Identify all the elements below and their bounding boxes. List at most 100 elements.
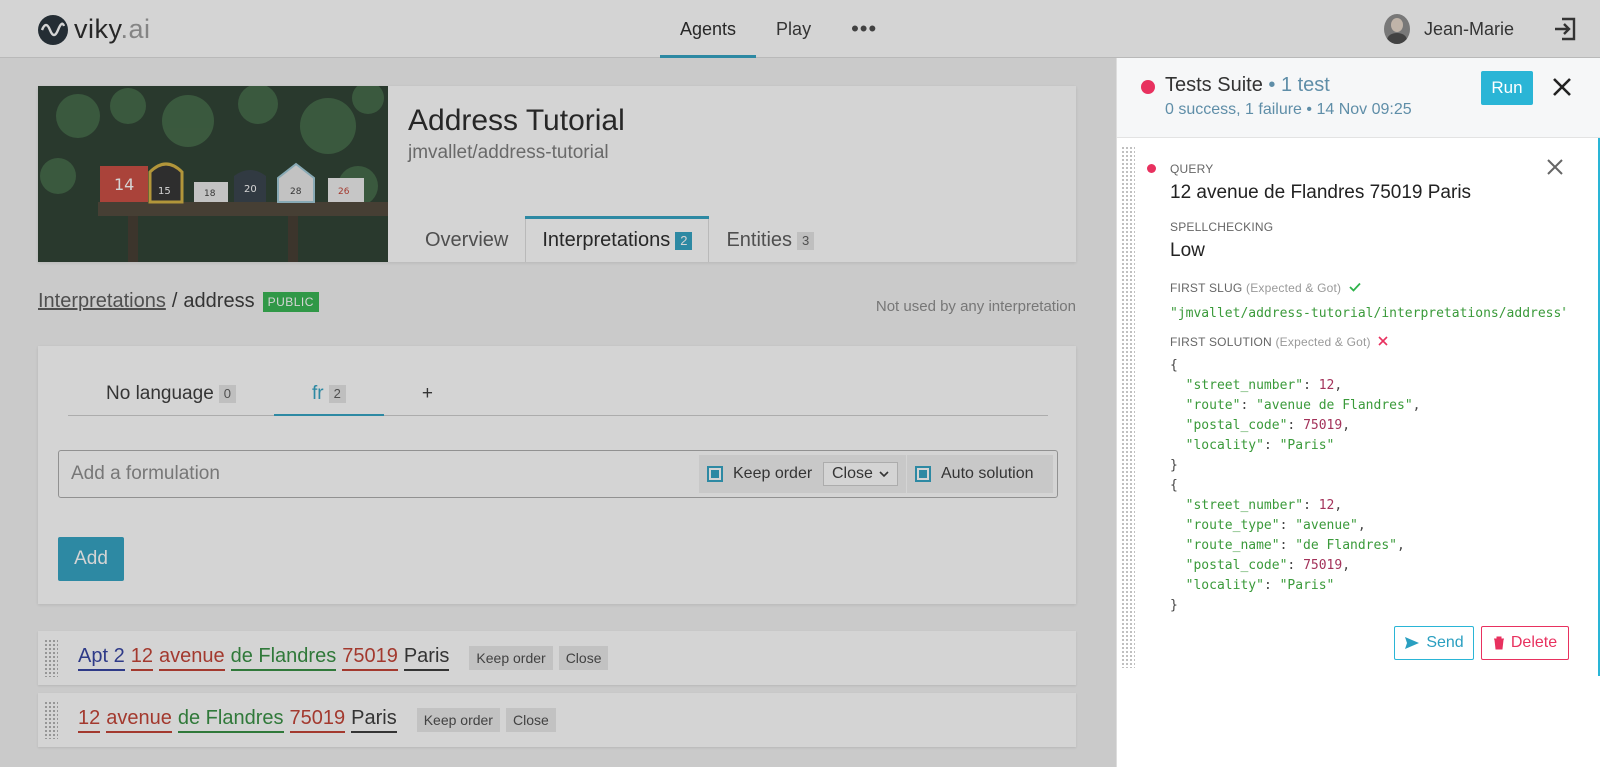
mailbox-number: 20	[244, 184, 257, 195]
json-value: 75019	[1303, 418, 1343, 433]
formulation-token[interactable]: 12	[130, 645, 153, 671]
tab-entities[interactable]: Entities 3	[709, 216, 831, 262]
viky-logo[interactable]: viky.ai	[38, 14, 151, 45]
formulation-row[interactable]: 12 avenue de Flandres 75019 Paris Keep o…	[38, 693, 1076, 747]
language-tabs: No language 0 fr 2 +	[68, 376, 1048, 416]
json-value: 12	[1318, 498, 1335, 513]
got-json-line: "route_name": "de Flandres",	[1185, 538, 1405, 553]
formulation-token[interactable]: avenue	[106, 707, 172, 733]
agent-title: Address Tutorial	[408, 104, 625, 137]
trash-icon	[1493, 636, 1504, 650]
agent-header-card: 14 15 18 20 28 26 Address Tutorial jmval…	[38, 86, 1076, 262]
lang-tab-fr[interactable]: fr 2	[274, 376, 384, 416]
formulation-token[interactable]: 12	[78, 707, 101, 733]
proximity-select[interactable]: Close	[823, 462, 898, 486]
test-card: QUERY 12 avenue de Flandres 75019 Paris …	[1117, 138, 1600, 676]
formulation-token[interactable]: 75019	[289, 707, 346, 733]
json-value: "avenue"	[1295, 518, 1358, 533]
usage-note: Not used by any interpretation	[875, 298, 1076, 315]
delete-test-button[interactable]: Delete	[1481, 626, 1569, 660]
lang-tab-no-language[interactable]: No language 0	[68, 376, 274, 415]
json-key: "route"	[1185, 398, 1241, 413]
tab-count-badge: 3	[797, 232, 815, 250]
proximity-tag: Close	[505, 708, 556, 732]
nav-play[interactable]: Play	[756, 0, 831, 58]
formulation-row[interactable]: Apt 2 12 avenue de Flandres 75019 Paris …	[38, 631, 1076, 685]
auto-solution-checkbox[interactable]	[915, 466, 931, 482]
logo-wave-icon	[38, 14, 68, 45]
tests-suite-header: Tests Suite • 1 test 0 success, 1 failur…	[1117, 58, 1600, 138]
close-panel-icon[interactable]	[1551, 76, 1573, 103]
mailbox-number: 14	[114, 175, 134, 194]
json-brace: }	[1170, 458, 1178, 473]
agent-tabs: Overview Interpretations 2 Entities 3	[408, 216, 831, 262]
run-tests-button[interactable]: Run	[1481, 71, 1533, 105]
query-value: 12 avenue de Flandres 75019 Paris	[1170, 182, 1472, 203]
json-value: "de Flandres"	[1295, 538, 1397, 553]
first-solution-label: FIRST SOLUTION (Expected & Got)	[1170, 335, 1388, 349]
lang-count-badge: 0	[218, 385, 236, 403]
tab-count-badge: 2	[675, 232, 693, 250]
spellchecking-value: Low	[1170, 240, 1205, 261]
json-value: "avenue de Flandres"	[1256, 398, 1413, 413]
tab-interpretations[interactable]: Interpretations 2	[525, 216, 710, 262]
formulation-token[interactable]: 75019	[342, 645, 398, 671]
remove-test-icon[interactable]	[1546, 158, 1564, 181]
keep-order-option[interactable]: Keep order	[699, 455, 821, 493]
json-key: "postal_code"	[1185, 558, 1288, 573]
mailbox-number: 15	[158, 186, 171, 197]
chevron-down-icon	[879, 471, 889, 478]
test-failure-dot	[1147, 164, 1156, 173]
got-json-line: "locality": "Paris"	[1185, 578, 1335, 593]
got-json-line: "postal_code": 75019,	[1185, 558, 1351, 573]
drag-handle-icon[interactable]	[1121, 146, 1135, 668]
drag-handle-icon[interactable]	[44, 701, 58, 739]
top-navbar: viky.ai Agents Play ••• Jean-Marie	[0, 0, 1600, 58]
nav-agents[interactable]: Agents	[660, 0, 757, 58]
keep-order-tag: Keep order	[469, 646, 553, 670]
tests-suite-summary: 0 success, 1 failure • 14 Nov 09:25	[1165, 101, 1412, 118]
add-formulation-button[interactable]: Add	[58, 537, 124, 581]
formulation-text: 12 avenue de Flandres 75019 Paris Keep o…	[78, 707, 556, 733]
formulation-token[interactable]: Paris	[351, 707, 397, 733]
breadcrumb-separator: /	[171, 290, 178, 312]
formulation-token[interactable]: de Flandres	[177, 707, 284, 733]
formulation-token[interactable]: de Flandres	[230, 645, 337, 671]
breadcrumb-link-interpretations[interactable]: Interpretations	[38, 290, 166, 313]
formulation-form-card: No language0 fr2 + Keep order Close Auto…	[38, 346, 1076, 604]
formulation-token[interactable]: Apt 2	[78, 645, 125, 671]
json-key: "street_number"	[1185, 498, 1304, 513]
tests-suite-title: Tests Suite • 1 test	[1165, 74, 1330, 96]
add-language-button[interactable]: +	[384, 376, 471, 415]
auto-solution-option[interactable]: Auto solution	[907, 455, 1053, 493]
user-name: Jean-Marie	[1424, 18, 1515, 39]
mailbox-number: 18	[204, 189, 216, 199]
mailbox-number: 28	[290, 187, 302, 197]
agent-image: 14 15 18 20 28 26	[38, 86, 388, 262]
lang-count-badge: 2	[328, 385, 346, 403]
got-json-line: "street_number": 12,	[1185, 498, 1343, 513]
json-key: "route_name"	[1185, 538, 1280, 553]
nav-more-icon[interactable]: •••	[831, 0, 897, 58]
public-badge: PUBLIC	[262, 291, 319, 312]
expected-json-line: "route": "avenue de Flandres",	[1185, 398, 1421, 413]
user-menu[interactable]: Jean-Marie	[1384, 14, 1514, 44]
keep-order-tag: Keep order	[416, 708, 500, 732]
proximity-option: Close	[815, 455, 906, 493]
json-key: "locality"	[1185, 578, 1264, 593]
got-json-line: "route_type": "avenue",	[1185, 518, 1366, 533]
drag-handle-icon[interactable]	[44, 639, 58, 677]
expected-json-line: "locality": "Paris"	[1185, 438, 1335, 453]
keep-order-checkbox[interactable]	[707, 466, 723, 482]
formulation-token[interactable]: Paris	[403, 645, 450, 671]
breadcrumb: Interpretations / address PUBLIC	[38, 290, 319, 313]
logout-icon[interactable]	[1552, 16, 1578, 47]
tab-overview[interactable]: Overview	[408, 216, 525, 262]
send-test-button[interactable]: Send	[1394, 626, 1474, 660]
proximity-tag: Close	[558, 646, 609, 670]
formulation-input-box: Keep order Close Auto solution	[58, 450, 1058, 498]
formulation-input[interactable]	[71, 463, 671, 485]
formulation-token[interactable]: avenue	[158, 645, 225, 671]
avatar	[1384, 14, 1410, 44]
first-slug-label: FIRST SLUG (Expected & Got)	[1170, 281, 1361, 295]
